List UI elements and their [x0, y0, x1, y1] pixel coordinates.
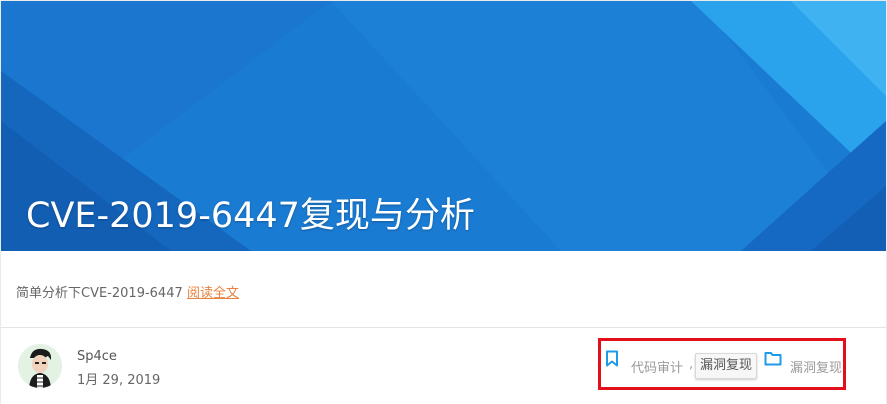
tag-link-vuln-reproduce[interactable]: 漏洞复现: [695, 353, 758, 379]
read-more-link[interactable]: 阅读全文: [187, 282, 239, 301]
bookmark-icon: [605, 350, 619, 371]
post-card: CVE-2019-6447复现与分析 简单分析下CVE-2019-6447 阅读…: [1, 1, 886, 404]
author-avatar[interactable]: [18, 344, 62, 388]
post-cover[interactable]: CVE-2019-6447复现与分析: [1, 1, 886, 251]
category-link[interactable]: 漏洞复现: [790, 357, 842, 376]
post-date: 1月 29, 2019: [77, 373, 161, 388]
post-title[interactable]: CVE-2019-6447复现与分析: [26, 187, 475, 238]
tag-separator: ,: [689, 357, 694, 372]
folder-icon: [764, 351, 782, 370]
author-name[interactable]: Sp4ce: [77, 349, 117, 364]
post-excerpt: 简单分析下CVE-2019-6447: [16, 286, 183, 301]
tag-link-code-audit[interactable]: 代码审计: [631, 357, 683, 376]
post-excerpt-row: 简单分析下CVE-2019-6447 阅读全文: [1, 251, 886, 328]
avatar-image: [18, 344, 62, 388]
